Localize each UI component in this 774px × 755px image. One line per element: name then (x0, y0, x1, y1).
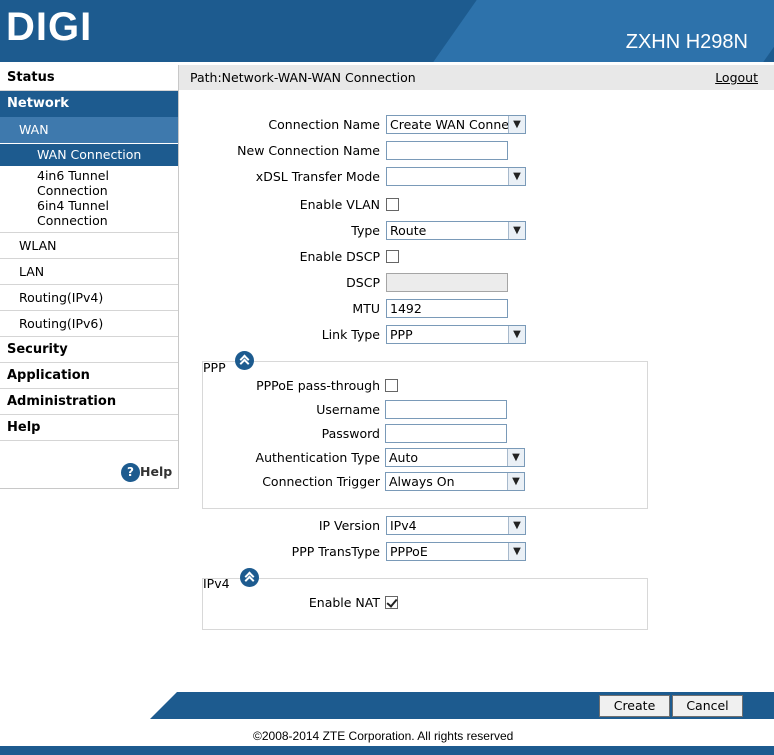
help-link[interactable]: ? Help (121, 463, 172, 482)
nav-status[interactable]: Status (0, 65, 178, 91)
chevron-double-up-icon[interactable] (240, 568, 259, 587)
chevron-down-icon: ▼ (507, 473, 524, 490)
link-type-value: PPP (390, 327, 413, 342)
device-model: ZXHN H298N (625, 31, 748, 53)
sidebar: Status Network WAN WAN Connection 4in6 T… (0, 65, 179, 489)
chevron-down-icon: ▼ (508, 326, 525, 343)
nav-administration[interactable]: Administration (0, 389, 178, 415)
help-link-label: Help (140, 464, 173, 479)
breadcrumb: Path:Network-WAN-WAN Connection (190, 70, 416, 85)
dscp-label: DSCP (346, 275, 380, 290)
ppp-group-title: PPP (203, 360, 226, 375)
question-circle-icon: ? (121, 463, 140, 482)
brand-logo: DIGI (6, 5, 93, 49)
bottom-bar (0, 746, 774, 755)
ip-version-value: IPv4 (390, 518, 417, 533)
cancel-button[interactable]: Cancel (672, 695, 743, 717)
mtu-input[interactable]: 1492 (386, 299, 508, 318)
chevron-down-icon: ▼ (508, 116, 525, 133)
pppoe-passthrough-label: PPPoE pass-through (256, 378, 380, 393)
enable-dscp-label: Enable DSCP (299, 249, 380, 264)
nav-wan-children: WAN Connection 4in6 Tunnel Connection 6i… (0, 144, 178, 233)
nav-application[interactable]: Application (0, 363, 178, 389)
copyright-text: ©2008-2014 ZTE Corporation. All rights r… (253, 729, 514, 743)
nav-4in6-tunnel[interactable]: 4in6 Tunnel Connection (0, 168, 110, 198)
nav-6in4-tunnel[interactable]: 6in4 Tunnel Connection (0, 198, 110, 228)
ppp-transtype-value: PPPoE (390, 544, 428, 559)
chevron-down-icon: ▼ (508, 517, 525, 534)
enable-dscp-checkbox[interactable] (386, 250, 399, 263)
enable-vlan-label: Enable VLAN (299, 197, 380, 212)
password-input[interactable] (385, 424, 507, 443)
mtu-label: MTU (352, 301, 380, 316)
enable-nat-label: Enable NAT (308, 595, 380, 610)
connection-trigger-select[interactable]: Always On ▼ (385, 472, 525, 491)
chevron-double-up-icon[interactable] (235, 351, 254, 370)
xdsl-transfer-mode-select[interactable]: ▼ (386, 167, 526, 186)
authentication-type-value: Auto (389, 450, 419, 465)
nav-routing-ipv4[interactable]: Routing(IPv4) (0, 285, 178, 311)
username-label: Username (316, 402, 380, 417)
chevron-down-icon: ▼ (507, 449, 524, 466)
chevron-down-icon: ▼ (508, 222, 525, 239)
xdsl-transfer-mode-label: xDSL Transfer Mode (255, 169, 380, 184)
enable-vlan-checkbox[interactable] (386, 198, 399, 211)
password-label: Password (321, 426, 380, 441)
enable-nat-checkbox[interactable] (385, 596, 398, 609)
connection-name-label: Connection Name (268, 117, 380, 132)
nav-network[interactable]: Network (0, 91, 178, 117)
type-label: Type (351, 223, 380, 238)
nav-wan[interactable]: WAN (0, 117, 178, 143)
nav-lan[interactable]: LAN (0, 259, 178, 285)
type-value: Route (390, 223, 427, 238)
connection-name-select[interactable]: Create WAN Conne ▼ (386, 115, 526, 134)
nav-wlan[interactable]: WLAN (0, 233, 178, 259)
nav-help[interactable]: Help (0, 415, 178, 441)
chevron-down-icon: ▼ (508, 543, 525, 560)
chevron-down-icon: ▼ (508, 168, 525, 185)
type-select[interactable]: Route ▼ (386, 221, 526, 240)
ppp-transtype-select[interactable]: PPPoE ▼ (386, 542, 526, 561)
create-button[interactable]: Create (599, 695, 670, 717)
ip-version-label: IP Version (318, 518, 380, 533)
connection-trigger-value: Always On (389, 474, 455, 489)
new-connection-name-input[interactable] (386, 141, 508, 160)
ip-version-select[interactable]: IPv4 ▼ (386, 516, 526, 535)
connection-trigger-label: Connection Trigger (262, 474, 380, 489)
ppp-transtype-label: PPP TransType (291, 544, 380, 559)
ipv4-group-title: IPv4 (203, 576, 230, 591)
username-input[interactable] (385, 400, 507, 419)
action-bar: Create Cancel (0, 692, 774, 719)
authentication-type-label: Authentication Type (255, 450, 380, 465)
pppoe-passthrough-checkbox[interactable] (385, 379, 398, 392)
authentication-type-select[interactable]: Auto ▼ (385, 448, 525, 467)
connection-name-value: Create WAN Conne (390, 117, 509, 132)
path-bar: Path:Network-WAN-WAN Connection Logout (179, 65, 774, 90)
link-type-label: Link Type (321, 327, 380, 342)
dscp-input[interactable] (386, 273, 508, 292)
logout-link[interactable]: Logout (715, 65, 758, 90)
nav-wan-connection[interactable]: WAN Connection (0, 144, 178, 166)
header-banner: DIGI ZXHN H298N (0, 0, 774, 62)
new-connection-name-label: New Connection Name (237, 143, 380, 158)
nav-security[interactable]: Security (0, 337, 178, 363)
nav-routing-ipv6[interactable]: Routing(IPv6) (0, 311, 178, 337)
link-type-select[interactable]: PPP ▼ (386, 325, 526, 344)
